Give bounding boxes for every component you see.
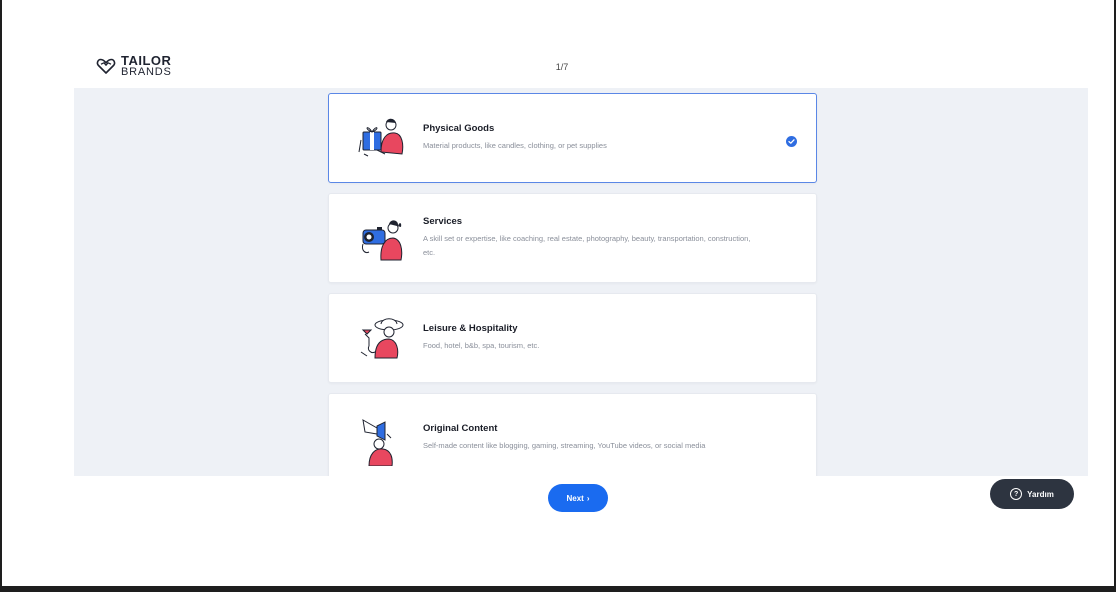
option-card-services[interactable]: Services A skill set or expertise, like … <box>328 193 817 283</box>
tailor-brands-logo[interactable]: TAILOR BRANDS <box>96 54 172 78</box>
option-title: Leisure & Hospitality <box>423 323 518 334</box>
help-button[interactable]: ? Yardım <box>990 479 1074 509</box>
help-button-label: Yardım <box>1027 489 1054 499</box>
option-card-physical-goods[interactable]: Physical Goods Material products, like c… <box>328 93 817 183</box>
option-card-leisure-hospitality[interactable]: Leisure & Hospitality Food, hotel, b&b, … <box>328 293 817 383</box>
option-title: Services <box>423 216 463 227</box>
option-description: Self-made content like blogging, gaming,… <box>423 441 706 450</box>
selected-check-icon <box>786 136 797 147</box>
option-description: A skill set or expertise, like coaching,… <box>423 234 751 257</box>
option-card-original-content[interactable]: Original Content Self-made content like … <box>328 393 817 476</box>
option-title: Original Content <box>423 423 498 434</box>
option-description: Food, hotel, b&b, spa, tourism, etc. <box>423 341 540 350</box>
gift-person-illustration-icon <box>358 118 404 157</box>
app-frame: TAILOR BRANDS 1/7 Physical Goods Materia… <box>0 0 1116 592</box>
next-button[interactable]: Next › <box>548 484 608 512</box>
next-button-label: Next <box>566 493 584 503</box>
chevron-right-icon: › <box>586 493 590 503</box>
options-panel: Physical Goods Material products, like c… <box>74 88 1088 476</box>
megaphone-person-illustration-icon <box>362 419 393 466</box>
question-circle-icon: ? <box>1010 488 1023 500</box>
option-title: Physical Goods <box>423 123 495 134</box>
logo-wordmark-bottom: BRANDS <box>121 66 172 78</box>
option-description: Material products, like candles, clothin… <box>423 141 607 150</box>
heart-crest-icon <box>96 58 116 74</box>
camera-person-illustration-icon <box>362 220 403 261</box>
hat-person-illustration-icon <box>360 318 404 359</box>
step-indicator: 1/7 <box>555 62 569 72</box>
